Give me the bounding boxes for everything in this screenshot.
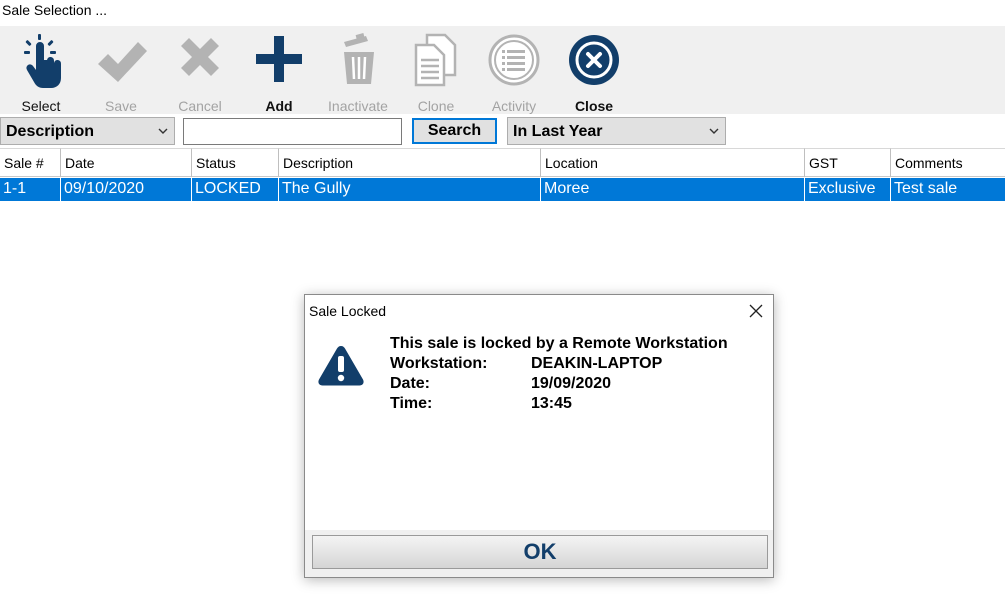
period-select-value: In Last Year: [513, 123, 603, 140]
check-icon: [98, 42, 147, 82]
grid-header: Sale # Date Status Description Location …: [0, 148, 1005, 177]
field-select[interactable]: Description: [0, 117, 175, 145]
search-input[interactable]: [183, 118, 402, 145]
clone-button[interactable]: Clone: [405, 32, 467, 114]
cancel-button[interactable]: Cancel: [170, 32, 230, 114]
cell-sale-number: 1-1: [0, 178, 61, 201]
dialog-title: Sale Locked: [309, 303, 387, 319]
warning-icon: [318, 346, 364, 386]
close-button[interactable]: Close: [564, 32, 624, 114]
cancel-label: Cancel: [178, 98, 222, 114]
sale-locked-dialog: Sale Locked This sale is locked by a Rem…: [304, 294, 774, 578]
date-label: Date:: [390, 375, 431, 392]
workstation-label: Workstation:: [390, 355, 488, 372]
workstation-value: DEAKIN-LAPTOP: [531, 355, 663, 372]
chevron-down-icon: [158, 128, 168, 134]
trash-icon: [344, 33, 374, 84]
inactivate-button[interactable]: Inactivate: [323, 32, 393, 114]
chevron-down-icon: [709, 128, 719, 134]
save-button[interactable]: Save: [92, 32, 150, 114]
x-icon: [181, 38, 219, 76]
cell-comments: Test sale: [894, 180, 958, 197]
close-icon[interactable]: [747, 302, 765, 320]
cell-description: The Gully: [279, 178, 541, 201]
activity-button[interactable]: Activity: [483, 32, 545, 114]
close-circle-icon: [569, 35, 619, 85]
cell-date: 09/10/2020: [61, 178, 192, 201]
time-label: Time:: [390, 395, 433, 412]
period-select[interactable]: In Last Year: [507, 117, 726, 145]
dialog-footer: OK: [305, 530, 773, 577]
window-title: Sale Selection ...: [0, 0, 1005, 26]
add-label: Add: [265, 98, 293, 114]
toolbar: Select Save Cancel Add Inactivate Clone …: [0, 26, 1005, 114]
cell-gst: Exclusive: [805, 178, 891, 201]
lock-heading: This sale is locked by a Remote Workstat…: [390, 335, 728, 352]
column-header-description[interactable]: Description: [279, 148, 541, 177]
column-header-location[interactable]: Location: [541, 148, 805, 177]
plus-icon: [256, 36, 302, 82]
tap-icon: [24, 34, 62, 88]
list-icon: [488, 34, 540, 86]
document-icon: [414, 33, 457, 87]
table-row[interactable]: 1-1 09/10/2020 LOCKED The Gully Moree Ex…: [0, 178, 1005, 201]
field-select-value: Description: [6, 123, 95, 140]
activity-label: Activity: [491, 98, 537, 114]
filter-bar: Description Search In Last Year: [0, 114, 1005, 148]
column-header-sale-number[interactable]: Sale #: [0, 148, 61, 177]
clone-label: Clone: [417, 98, 455, 114]
column-header-date[interactable]: Date: [61, 148, 192, 177]
date-value: 19/09/2020: [531, 375, 612, 392]
cell-status: LOCKED: [192, 178, 279, 201]
column-header-gst[interactable]: GST: [805, 148, 891, 177]
select-button[interactable]: Select: [12, 32, 70, 114]
save-label: Save: [105, 98, 137, 114]
search-button[interactable]: Search: [412, 118, 497, 144]
ok-button[interactable]: OK: [312, 535, 768, 569]
cell-location: Moree: [541, 178, 805, 201]
select-label: Select: [21, 98, 61, 114]
time-value: 13:45: [531, 395, 572, 412]
add-button[interactable]: Add: [250, 32, 308, 114]
column-header-comments[interactable]: Comments: [891, 148, 1005, 177]
close-label: Close: [574, 98, 614, 114]
inactivate-label: Inactivate: [328, 98, 388, 114]
column-header-status[interactable]: Status: [192, 148, 279, 177]
